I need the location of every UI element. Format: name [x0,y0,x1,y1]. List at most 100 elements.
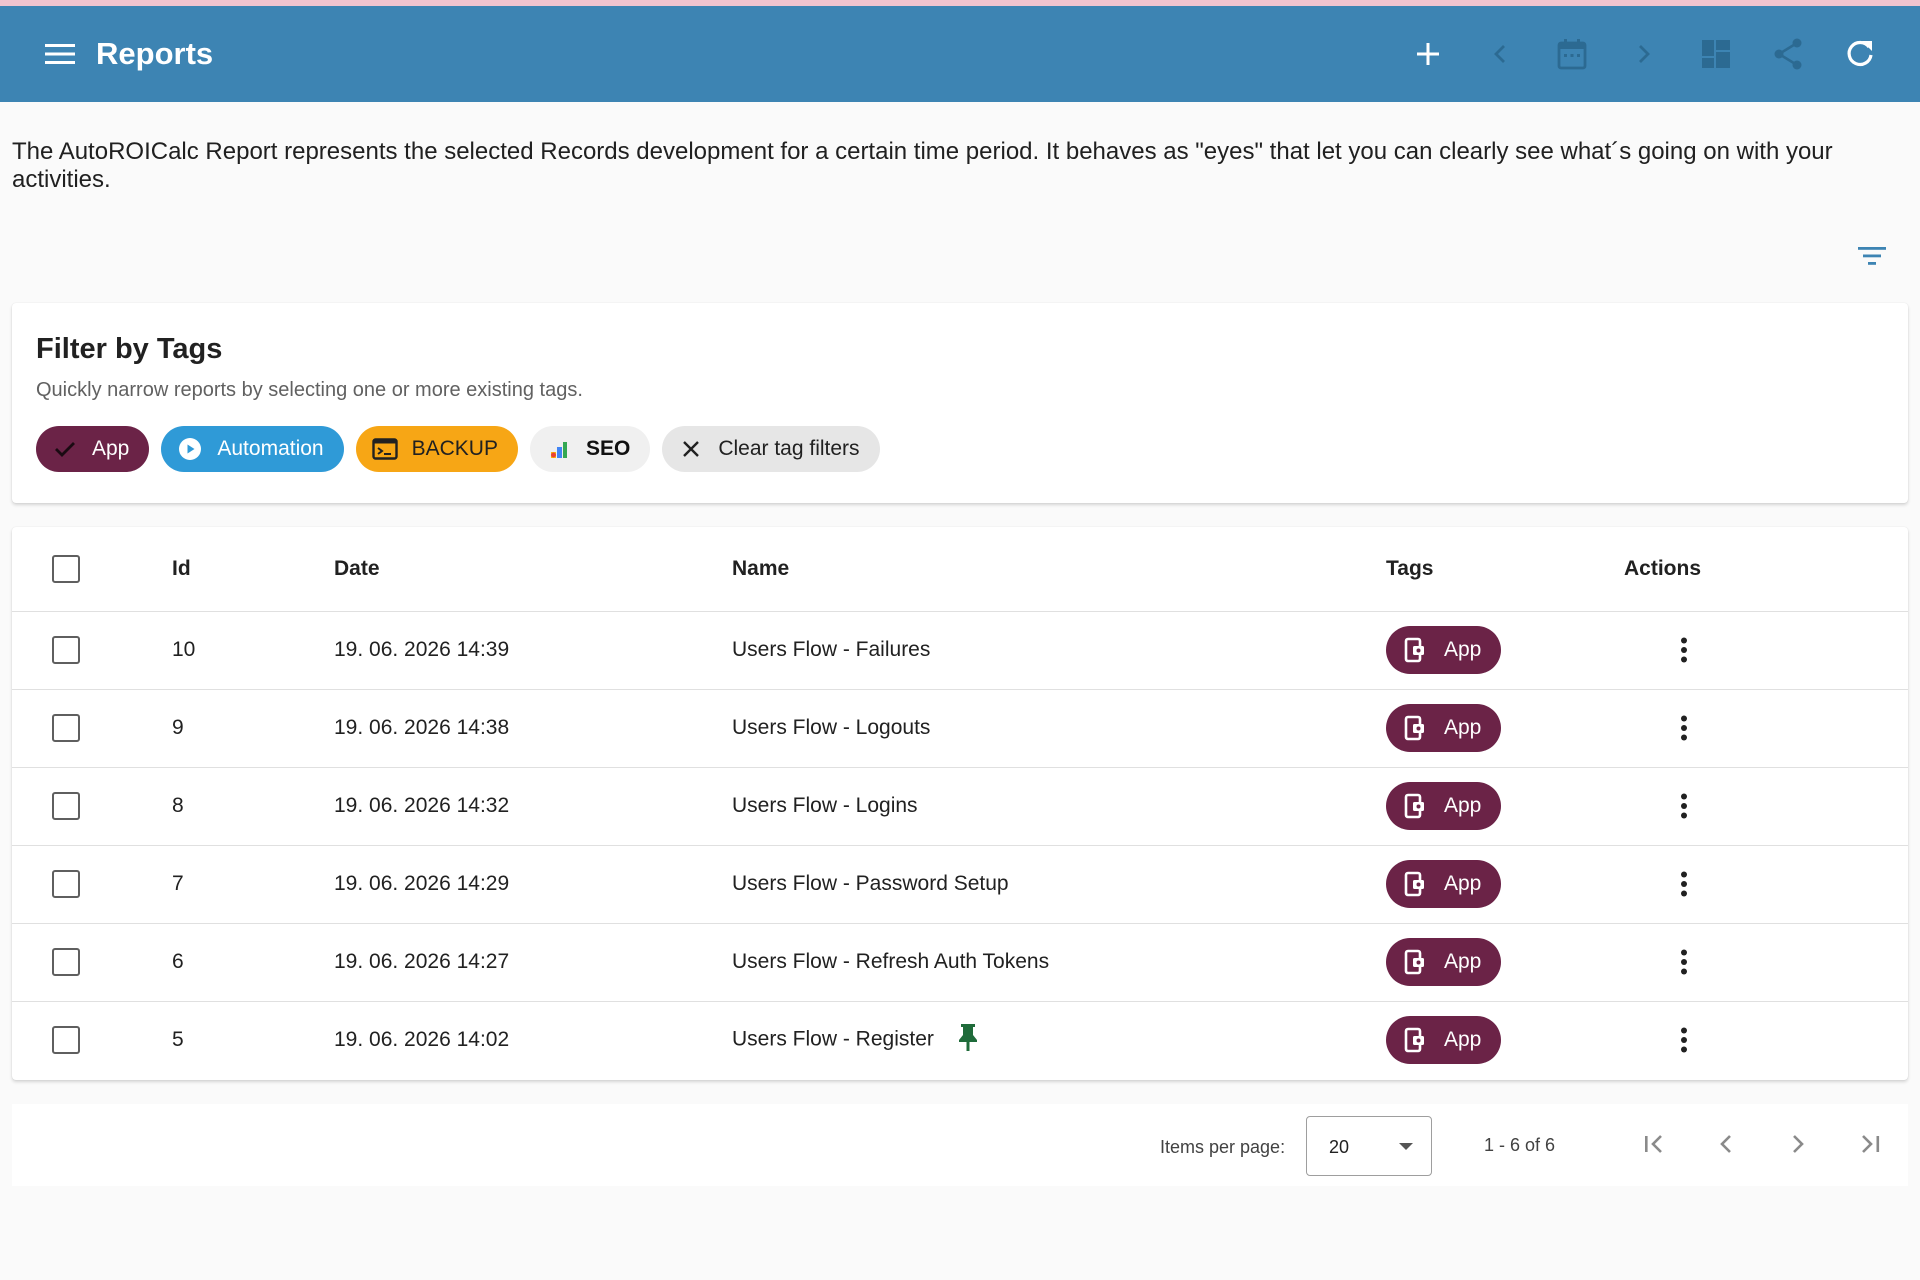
first-page-icon[interactable] [1634,1124,1674,1164]
table-header-row: Id Date Name Tags Actions [12,527,1908,612]
table-row[interactable]: 8 19. 06. 2026 14:32 Users Flow - Logins… [12,767,1908,846]
more-vert-icon[interactable] [1664,942,1704,982]
chevron-left-icon[interactable] [1480,34,1520,74]
more-vert-icon[interactable] [1664,1020,1704,1060]
row-name[interactable]: Users Flow - Password Setup [732,845,1386,924]
row-name[interactable]: Users Flow - Refresh Auth Tokens [732,923,1386,1002]
filter-title: Filter by Tags [36,333,223,365]
tag-chip-label: SEO [585,437,631,460]
more-vert-icon[interactable] [1664,630,1704,670]
row-tag-app[interactable]: App [1386,782,1502,830]
more-vert-icon[interactable] [1664,786,1704,826]
page-title: Reports [96,36,214,71]
dropdown-arrow-icon [1399,1143,1413,1150]
filter-list-icon[interactable] [1852,236,1892,276]
row-tag-label: App [1444,872,1482,895]
paginator: Items per page: 20 1 - 6 of 6 [12,1104,1908,1186]
check-icon [52,436,78,462]
row-tag-label: App [1444,716,1482,739]
dashboard-icon[interactable] [1696,34,1736,74]
row-name[interactable]: Users Flow - Logins [732,767,1386,846]
clear-tag-filters-button[interactable]: Clear tag filters [662,426,880,472]
app-tag-icon [1404,793,1424,819]
row-checkbox[interactable] [52,870,80,898]
row-tag-label: App [1444,638,1482,661]
last-page-icon[interactable] [1850,1124,1890,1164]
table-row[interactable]: 5 19. 06. 2026 14:02 Users Flow - Regist… [12,1001,1908,1079]
column-header-actions: Actions [1624,527,1908,612]
row-date: 19. 06. 2026 14:39 [334,611,732,690]
table-row[interactable]: 7 19. 06. 2026 14:29 Users Flow - Passwo… [12,845,1908,924]
row-tag-app[interactable]: App [1386,860,1502,908]
tag-chip-app[interactable]: App [36,426,150,472]
column-header-name[interactable]: Name [732,527,1386,612]
page-range-label: 1 - 6 of 6 [1484,1135,1556,1155]
row-date: 19. 06. 2026 14:02 [334,1028,510,1052]
row-checkbox[interactable] [52,1026,80,1055]
next-page-icon[interactable] [1778,1124,1818,1164]
tag-chip-label: Automation [217,437,324,460]
play-circle-icon [177,436,203,462]
reports-table: Id Date Name Tags Actions 10 19. 06. 202… [12,527,1908,1079]
tag-chip-seo[interactable]: SEO [529,426,651,472]
app-tag-icon [1404,715,1424,741]
column-header-id[interactable]: Id [172,527,334,612]
table-row[interactable]: 6 19. 06. 2026 14:27 Users Flow - Refres… [12,923,1908,1002]
report-description: The AutoROICalc Report represents the se… [12,138,1833,193]
app-tag-icon [1404,1027,1424,1053]
row-checkbox[interactable] [52,714,80,742]
share-icon[interactable] [1768,34,1808,74]
app-tag-icon [1404,871,1424,897]
row-checkbox[interactable] [52,792,80,820]
row-id: 9 [172,689,334,768]
row-id: 5 [172,1028,184,1052]
more-vert-icon[interactable] [1664,708,1704,748]
row-tag-label: App [1444,950,1482,973]
column-header-tags: Tags [1386,527,1624,612]
column-header-date[interactable]: Date [334,527,732,612]
close-icon [678,436,704,462]
add-icon[interactable] [1408,34,1448,74]
table-row[interactable]: 9 19. 06. 2026 14:38 Users Flow - Logout… [12,689,1908,768]
row-name[interactable]: Users Flow - Failures [732,611,1386,690]
tag-chip-label: App [92,437,130,460]
tag-chip-backup[interactable]: BACKUP [355,426,518,472]
items-per-page-select[interactable]: 20 [1306,1116,1432,1176]
app-tag-icon [1404,949,1424,975]
row-checkbox[interactable] [52,636,80,664]
tag-chip-label: BACKUP [411,437,498,460]
top-toolbar: Reports [0,6,1920,102]
row-id: 6 [172,923,334,1002]
tag-chip-automation[interactable]: Automation [161,426,344,472]
filter-by-tags-card: Filter by Tags Quickly narrow reports by… [12,303,1908,503]
select-all-checkbox[interactable] [52,554,80,583]
row-date: 19. 06. 2026 14:32 [334,767,732,846]
terminal-icon [371,436,398,462]
row-id: 8 [172,767,334,846]
row-id: 10 [172,611,334,690]
clear-tag-filters-label: Clear tag filters [718,437,860,460]
row-tag-app[interactable]: App [1386,1016,1502,1065]
row-tag-app[interactable]: App [1386,626,1502,674]
calendar-icon[interactable] [1552,34,1592,74]
row-name[interactable]: Users Flow - Logouts [732,689,1386,768]
row-checkbox[interactable] [52,948,80,976]
filter-subtitle: Quickly narrow reports by selecting one … [36,379,583,401]
table-row[interactable]: 10 19. 06. 2026 14:39 Users Flow - Failu… [12,611,1908,690]
items-per-page-label: Items per page: [1160,1137,1286,1157]
row-tag-app[interactable]: App [1386,938,1502,986]
row-date: 19. 06. 2026 14:27 [334,923,732,1002]
more-vert-icon[interactable] [1664,864,1704,904]
items-per-page-value: 20 [1329,1137,1350,1157]
row-id: 7 [172,845,334,924]
row-tag-app[interactable]: App [1386,704,1502,752]
menu-icon[interactable] [40,36,80,72]
pin-icon[interactable] [956,1022,980,1058]
row-tag-label: App [1444,1028,1482,1052]
previous-page-icon[interactable] [1706,1124,1746,1164]
row-name[interactable]: Users Flow - Register [732,1028,934,1051]
reports-table-card: Id Date Name Tags Actions 10 19. 06. 202… [12,527,1908,1080]
tag-chip-list: App Automation BACKUP SEO Clear tag filt… [36,426,880,472]
chevron-right-icon[interactable] [1624,34,1664,74]
refresh-icon[interactable] [1840,34,1880,74]
